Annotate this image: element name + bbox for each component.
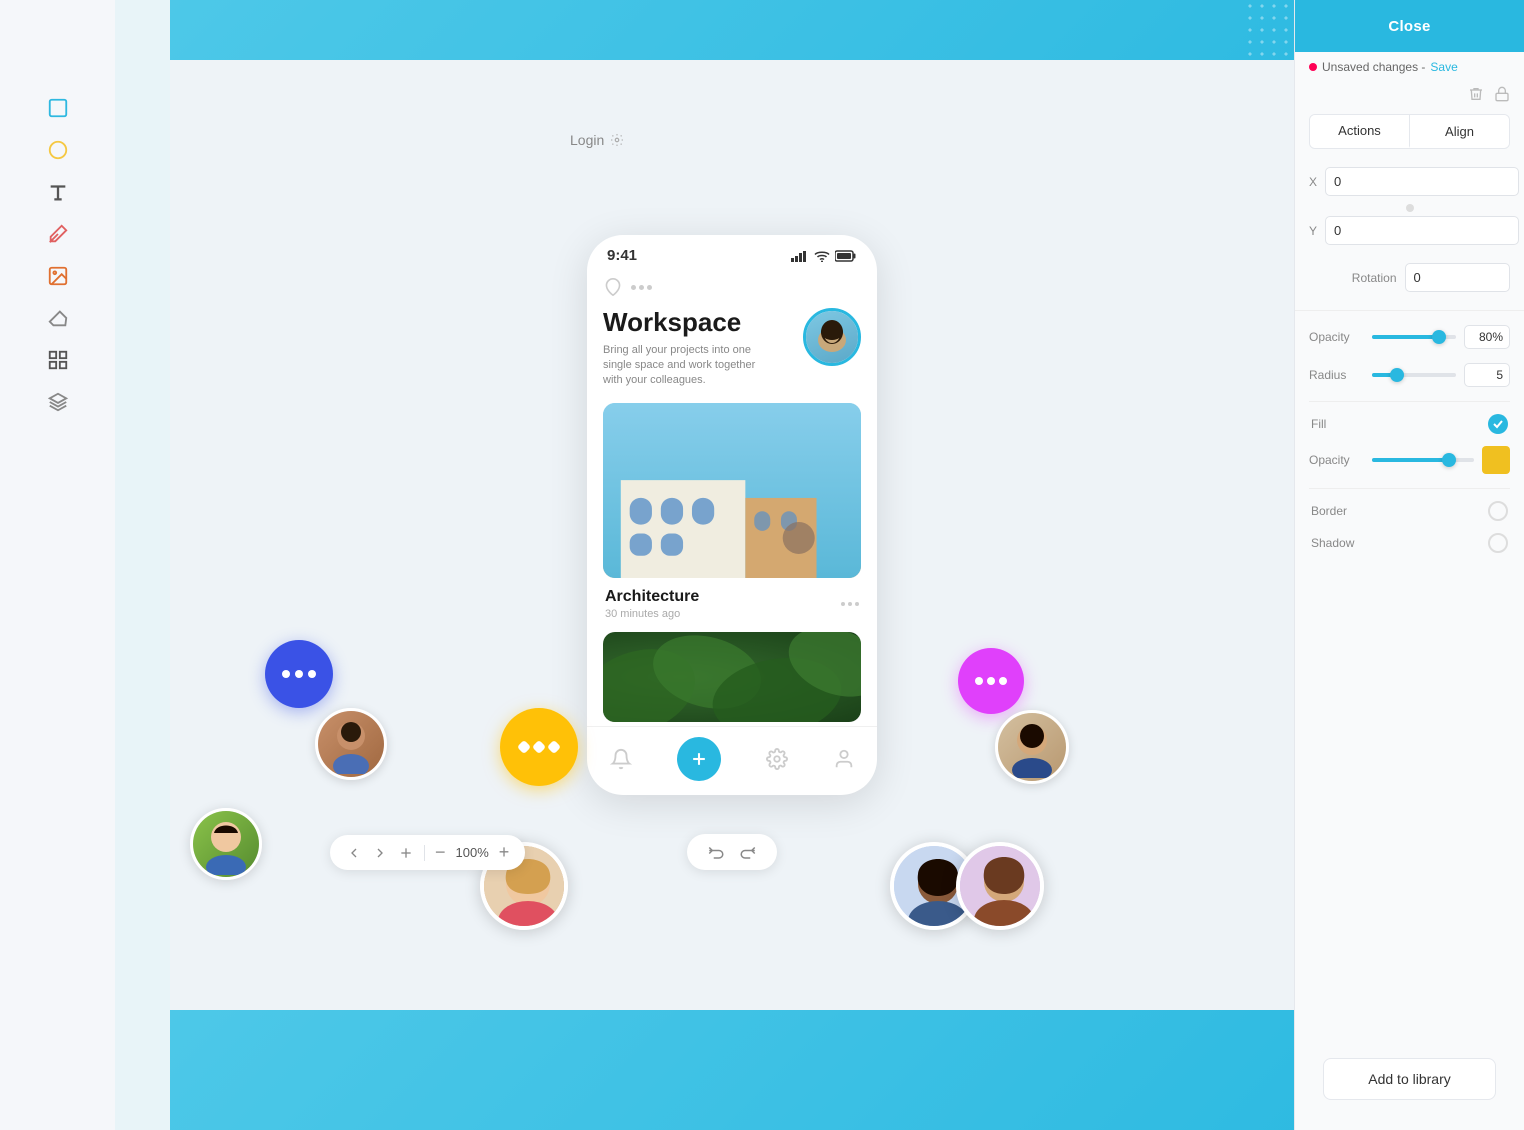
close-button[interactable]: Close (1295, 0, 1524, 52)
layers-tool[interactable] (40, 384, 76, 420)
rotation-label: Rotation (1309, 271, 1405, 285)
workspace-avatar (803, 308, 861, 366)
nav-add-button[interactable] (677, 737, 721, 781)
login-label: Login (570, 132, 624, 148)
icon-row (1295, 82, 1524, 106)
opacity-row: Opacity 80% (1309, 325, 1510, 349)
rotation-row: Rotation (1295, 263, 1524, 306)
radius-label: Radius (1309, 368, 1364, 382)
fill-row: Fill (1309, 414, 1510, 434)
border-row: Border (1309, 501, 1510, 521)
shadow-toggle[interactable] (1488, 533, 1508, 553)
position-section: X W Y H (1295, 157, 1524, 263)
grid-tool[interactable] (40, 342, 76, 378)
rectangle-tool[interactable] (40, 90, 76, 126)
radius-value: 5 (1464, 363, 1510, 387)
unsaved-text: Unsaved changes - (1322, 60, 1425, 74)
avatar-1 (315, 708, 387, 780)
rotation-input[interactable] (1405, 263, 1511, 292)
avatar-2 (995, 710, 1069, 784)
fill-color-swatch[interactable] (1482, 446, 1510, 474)
phone-header-row (603, 278, 861, 296)
x-label: X (1309, 175, 1317, 189)
canvas-area: Login 9:41 (170, 60, 1294, 1010)
add-to-library-button[interactable]: Add to library (1323, 1058, 1496, 1100)
radius-row: Radius 5 (1309, 363, 1510, 387)
avatar-3 (190, 808, 262, 880)
undo-icon[interactable] (707, 843, 725, 861)
opacity-value: 80% (1464, 325, 1510, 349)
chat-bubble-yellow (500, 708, 578, 786)
card-info: Architecture 30 minutes ago (603, 588, 861, 632)
fill-opacity-slider[interactable] (1372, 458, 1474, 462)
architecture-image (603, 403, 861, 578)
workspace-desc: Bring all your projects into one single … (603, 343, 758, 389)
image-tool[interactable] (40, 258, 76, 294)
avatar-6 (956, 842, 1044, 930)
opacity-slider[interactable] (1372, 335, 1456, 339)
fill-label: Fill (1311, 417, 1488, 431)
lock-icon[interactable] (1494, 86, 1510, 102)
phone-content: Workspace Bring all your projects into o… (587, 270, 877, 722)
nav-back-icon[interactable] (346, 845, 362, 861)
save-link[interactable]: Save (1430, 60, 1457, 74)
card-time: 30 minutes ago (605, 608, 699, 620)
zoom-minus[interactable]: − (435, 842, 446, 863)
workspace-title: Workspace (603, 308, 758, 337)
border-label: Border (1311, 504, 1488, 518)
unsaved-dot (1309, 63, 1317, 71)
border-toggle[interactable] (1488, 501, 1508, 521)
circle-tool[interactable] (40, 132, 76, 168)
phone-time: 9:41 (607, 247, 637, 264)
zoom-plus[interactable]: + (499, 842, 510, 863)
right-panel: Close Unsaved changes - Save Actions Ali… (1294, 0, 1524, 1130)
fill-opacity-label: Opacity (1309, 453, 1364, 467)
unsaved-bar: Unsaved changes - Save (1295, 52, 1524, 82)
radius-slider[interactable] (1372, 373, 1456, 377)
phone-nav (587, 726, 877, 795)
chat-bubble-purple (958, 648, 1024, 714)
phone-frame: 9:41 (587, 235, 877, 795)
add-frame-icon[interactable] (398, 845, 414, 861)
y-label: Y (1309, 224, 1317, 238)
zoom-bar: − 100% + (330, 835, 525, 870)
align-tab[interactable]: Align (1410, 115, 1509, 148)
properties-section: Opacity 80% Radius 5 Fill Opa (1295, 315, 1524, 575)
zoom-level: 100% (456, 845, 489, 860)
redo-icon[interactable] (739, 843, 757, 861)
x-input[interactable] (1325, 167, 1519, 196)
eraser-tool[interactable] (40, 300, 76, 336)
y-input[interactable] (1325, 216, 1519, 245)
actions-tab[interactable]: Actions (1310, 115, 1410, 148)
fill-opacity-row: Opacity (1309, 446, 1510, 474)
phone-status-bar: 9:41 (587, 235, 877, 270)
foliage-image (603, 632, 861, 722)
pen-tool[interactable] (40, 216, 76, 252)
workspace-section: Workspace Bring all your projects into o… (603, 308, 861, 389)
trash-icon[interactable] (1468, 86, 1484, 102)
shadow-row: Shadow (1309, 533, 1510, 553)
action-tabs: Actions Align (1309, 114, 1510, 149)
status-icons (791, 250, 857, 262)
add-library-container: Add to library (1295, 1044, 1524, 1130)
chat-bubble-blue (265, 640, 333, 708)
text-tool[interactable] (40, 174, 76, 210)
fill-toggle[interactable] (1488, 414, 1508, 434)
card-title: Architecture (605, 588, 699, 606)
shadow-label: Shadow (1311, 536, 1488, 550)
workspace-text: Workspace Bring all your projects into o… (603, 308, 758, 389)
opacity-label: Opacity (1309, 330, 1364, 344)
undo-redo-bar (687, 834, 777, 870)
left-toolbar (0, 0, 115, 1130)
nav-forward-icon[interactable] (372, 845, 388, 861)
